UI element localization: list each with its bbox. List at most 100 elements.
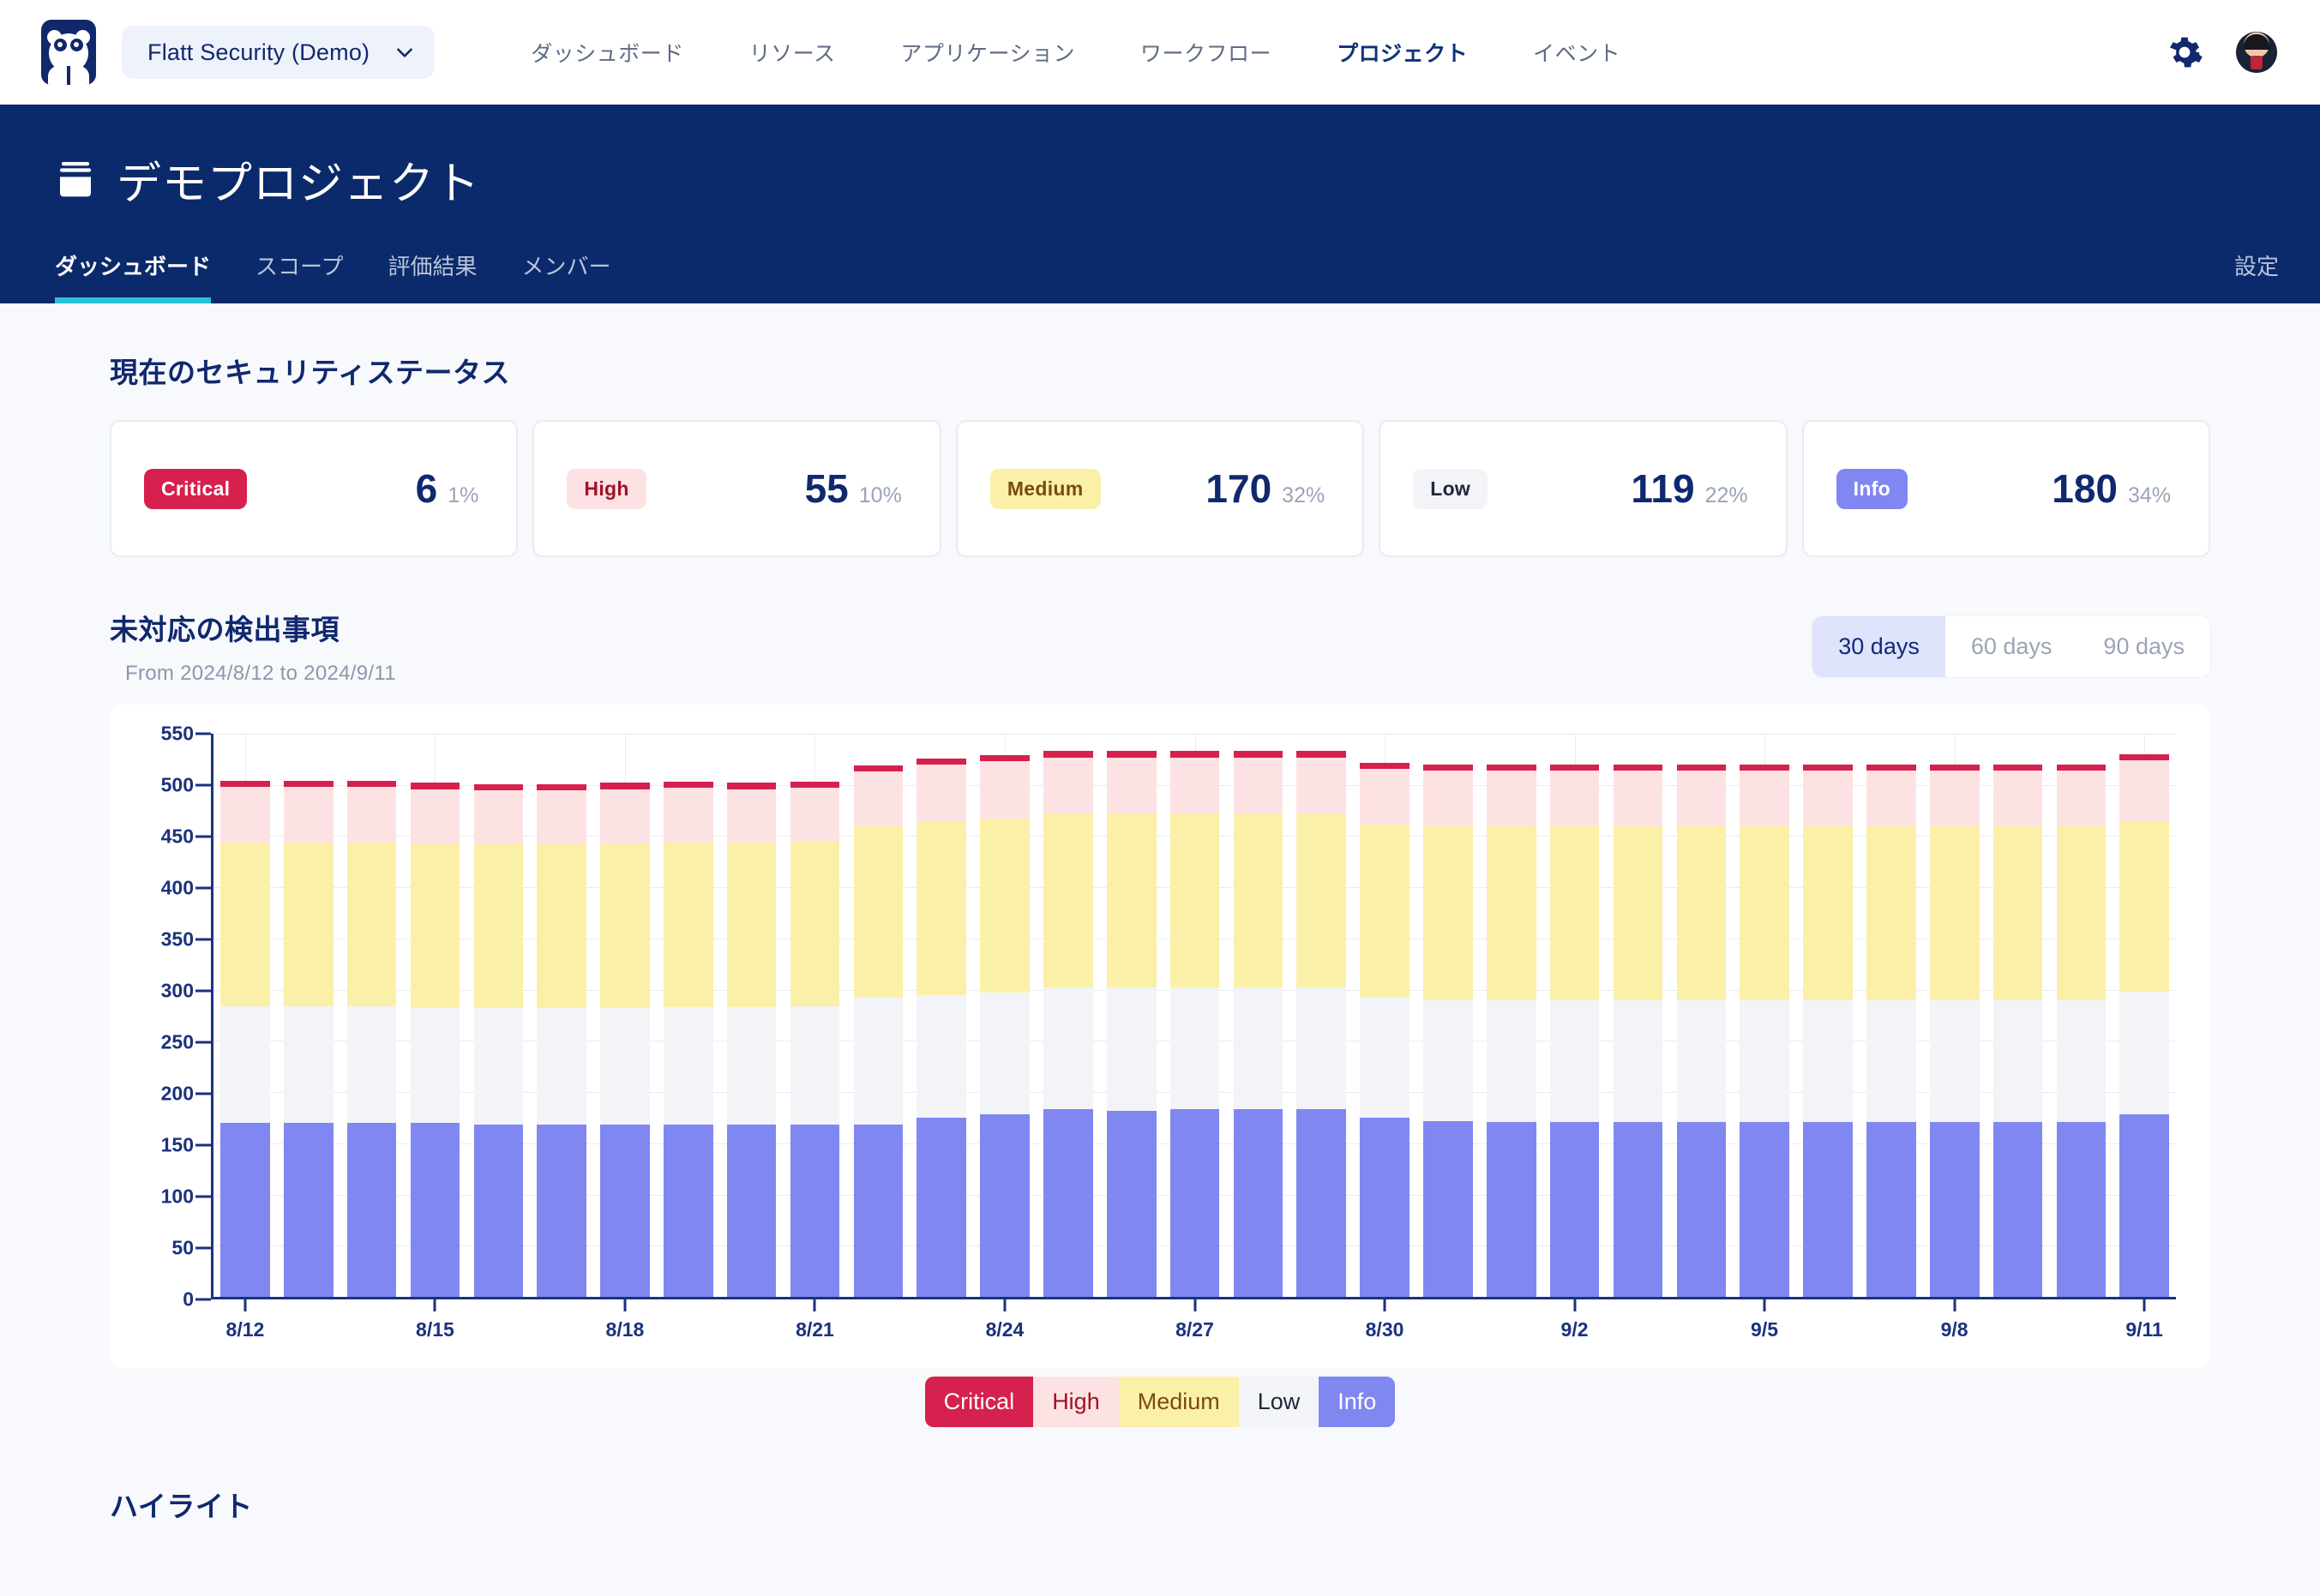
stacked-bar[interactable]: [1613, 734, 1663, 1297]
stacked-bar[interactable]: [1169, 734, 1220, 1297]
bar-slot[interactable]: [1227, 734, 1290, 1297]
nav-item-resources[interactable]: リソース: [717, 37, 868, 68]
nav-item-projects[interactable]: プロジェクト: [1304, 37, 1500, 68]
panda-logo-icon[interactable]: [41, 20, 96, 85]
org-selector[interactable]: Flatt Security (Demo): [122, 26, 436, 79]
nav-item-workflow[interactable]: ワークフロー: [1108, 37, 1304, 68]
bar-slot[interactable]: [1986, 734, 2050, 1297]
bar-slot[interactable]: [2113, 734, 2176, 1297]
nav-item-events[interactable]: イベント: [1500, 37, 1653, 68]
stacked-bar[interactable]: [917, 734, 966, 1297]
legend-item-medium[interactable]: Medium: [1118, 1377, 1239, 1427]
bar-slot[interactable]: [277, 734, 340, 1297]
range-button-30-days[interactable]: 30 days: [1812, 615, 1945, 677]
stacked-bar[interactable]: [790, 734, 840, 1297]
bar-slot[interactable]: [2049, 734, 2113, 1297]
bar-slot[interactable]: [1669, 734, 1733, 1297]
status-card-high[interactable]: High 55 10%: [532, 420, 941, 557]
stacked-bar[interactable]: [1992, 734, 2043, 1297]
bar-slot[interactable]: [657, 734, 720, 1297]
user-avatar[interactable]: [2236, 32, 2277, 73]
status-card-low[interactable]: Low 119 22%: [1379, 420, 1788, 557]
stacked-bar[interactable]: [600, 734, 650, 1297]
stacked-bar[interactable]: [410, 734, 460, 1297]
bar-slot[interactable]: [1163, 734, 1227, 1297]
stacked-bar[interactable]: [220, 734, 270, 1297]
range-button-60-days[interactable]: 60 days: [1945, 616, 2078, 677]
legend-item-info[interactable]: Info: [1319, 1377, 1396, 1427]
top-navigation-bar: Flatt Security (Demo) ダッシュボード リソース アプリケー…: [0, 0, 2320, 110]
stacked-bar[interactable]: [1740, 734, 1789, 1297]
bar-slot[interactable]: [1733, 734, 1796, 1297]
nav-item-applications[interactable]: アプリケーション: [868, 37, 1109, 68]
bar-segment-critical: [980, 755, 1030, 762]
bar-segment-critical: [1613, 764, 1663, 771]
tab-members[interactable]: メンバー: [499, 249, 633, 303]
y-axis-tick: [195, 938, 211, 941]
stacked-bar[interactable]: [853, 734, 904, 1297]
stacked-bar[interactable]: [2119, 734, 2170, 1297]
tab-dashboard[interactable]: ダッシュボード: [55, 249, 233, 303]
bar-slot[interactable]: [1100, 734, 1163, 1297]
stacked-bar[interactable]: [1423, 734, 1473, 1297]
bar-slot[interactable]: [340, 734, 404, 1297]
bar-slot[interactable]: [1923, 734, 1986, 1297]
bar-segment-info: [726, 1125, 777, 1297]
bar-slot[interactable]: [1543, 734, 1607, 1297]
bar-slot[interactable]: [973, 734, 1037, 1297]
bar-slot[interactable]: [1796, 734, 1860, 1297]
stacked-bar[interactable]: [346, 734, 397, 1297]
stacked-bar[interactable]: [1549, 734, 1600, 1297]
legend-item-high[interactable]: High: [1033, 1377, 1119, 1427]
legend-item-low[interactable]: Low: [1238, 1377, 1319, 1427]
stacked-bar[interactable]: [1296, 734, 1347, 1297]
bar-slot[interactable]: [910, 734, 973, 1297]
stacked-bar[interactable]: [1487, 734, 1536, 1297]
bar-slot[interactable]: [530, 734, 593, 1297]
stacked-bar[interactable]: [664, 734, 713, 1297]
stacked-bar[interactable]: [2056, 734, 2107, 1297]
status-card-medium[interactable]: Medium 170 32%: [955, 420, 1365, 557]
stacked-bar[interactable]: [1866, 734, 1916, 1297]
status-card-critical[interactable]: Critical 6 1%: [110, 420, 519, 557]
stacked-bar[interactable]: [1803, 734, 1853, 1297]
bar-slot[interactable]: [720, 734, 784, 1297]
bar-segment-info: [1803, 1121, 1853, 1297]
stacked-bar[interactable]: [1043, 734, 1093, 1297]
bar-slot[interactable]: [213, 734, 277, 1297]
bar-slot[interactable]: [593, 734, 657, 1297]
bar-segment-medium: [537, 844, 586, 1009]
stacked-bar[interactable]: [726, 734, 777, 1297]
range-button-90-days[interactable]: 90 days: [2077, 616, 2210, 677]
bar-slot[interactable]: [1416, 734, 1480, 1297]
bar-slot[interactable]: [466, 734, 530, 1297]
bar-slot[interactable]: [1289, 734, 1353, 1297]
bar-slot[interactable]: [1607, 734, 1670, 1297]
status-card-info[interactable]: Info 180 34%: [1801, 420, 2211, 557]
tab-results[interactable]: 評価結果: [365, 249, 499, 303]
legend-item-critical[interactable]: Critical: [924, 1377, 1034, 1427]
stacked-bar[interactable]: [980, 734, 1030, 1297]
project-settings-link[interactable]: 設定: [2234, 249, 2279, 303]
bar-segment-critical: [1549, 764, 1600, 771]
nav-item-dashboard[interactable]: ダッシュボード: [498, 37, 717, 68]
stacked-bar[interactable]: [473, 734, 524, 1297]
stacked-bar[interactable]: [1929, 734, 1980, 1297]
gear-icon[interactable]: [2166, 33, 2203, 71]
bar-slot[interactable]: [784, 734, 847, 1297]
stacked-bar[interactable]: [1676, 734, 1727, 1297]
bar-slot[interactable]: [1353, 734, 1416, 1297]
stacked-bar[interactable]: [1233, 734, 1283, 1297]
stacked-bar[interactable]: [1360, 734, 1409, 1297]
bar-segment-high: [283, 787, 334, 843]
bar-slot[interactable]: [404, 734, 467, 1297]
bar-slot[interactable]: [1480, 734, 1543, 1297]
stacked-bar[interactable]: [537, 734, 586, 1297]
stacked-bar[interactable]: [283, 734, 334, 1297]
tab-scope[interactable]: スコープ: [233, 249, 365, 303]
bar-slot[interactable]: [1860, 734, 1923, 1297]
stacked-bar[interactable]: [1106, 734, 1157, 1297]
bar-slot[interactable]: [846, 734, 910, 1297]
bar-slot[interactable]: [1037, 734, 1100, 1297]
bar-segment-low: [1676, 999, 1727, 1122]
